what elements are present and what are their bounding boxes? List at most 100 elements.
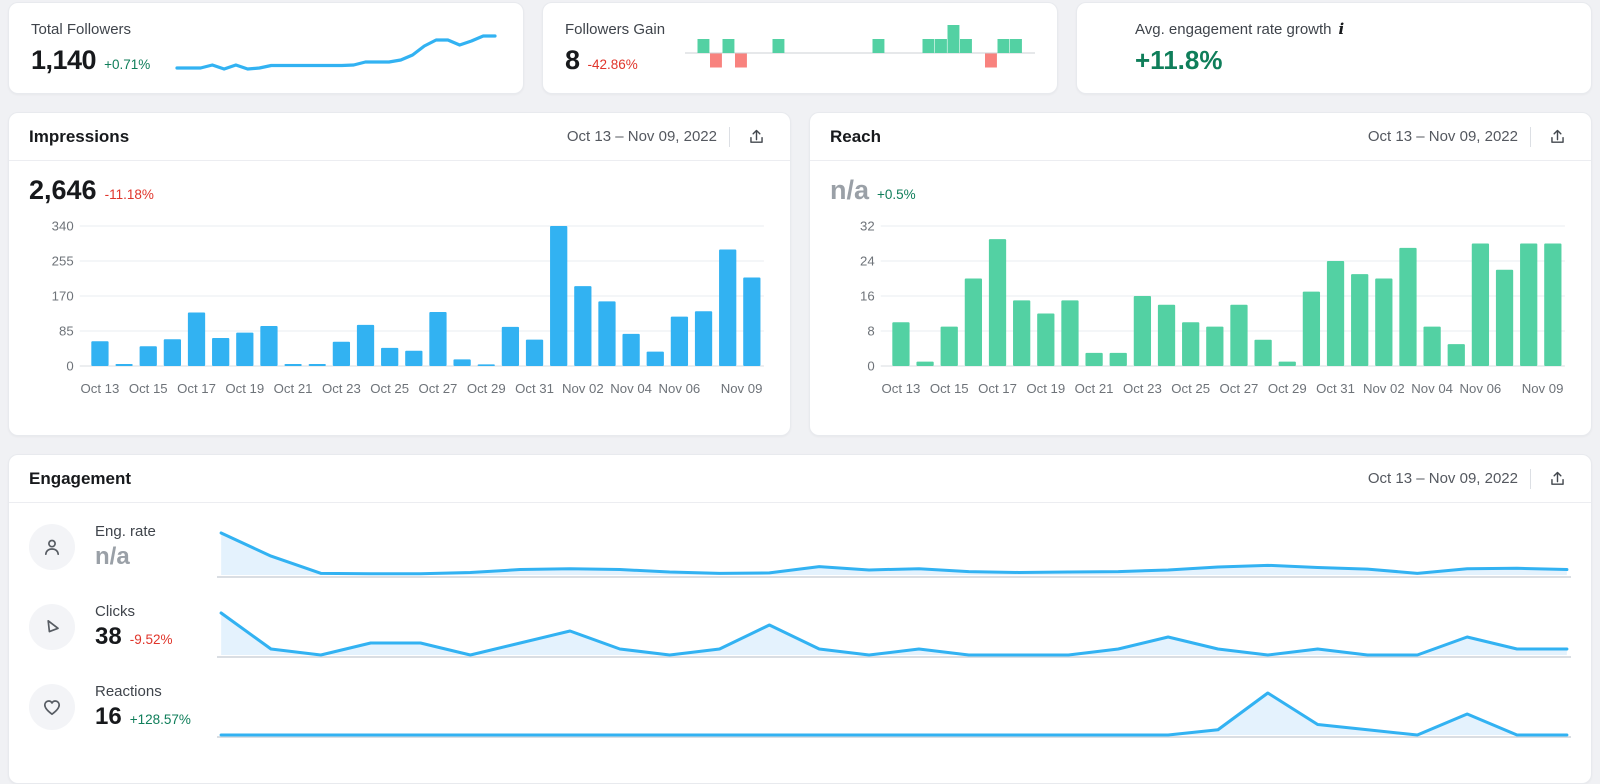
impressions-header: Impressions Oct 13 – Nov 09, 2022 [9, 113, 790, 161]
svg-text:Nov 06: Nov 06 [659, 381, 701, 396]
followers-gain-label: Followers Gain [565, 20, 666, 38]
svg-text:Nov 06: Nov 06 [1460, 381, 1502, 396]
svg-text:Oct 29: Oct 29 [467, 381, 506, 396]
svg-text:32: 32 [860, 219, 875, 234]
heart-icon [29, 684, 75, 730]
export-button[interactable] [1543, 466, 1571, 492]
engagement-header: Engagement Oct 13 – Nov 09, 2022 [9, 455, 1591, 503]
svg-text:Oct 13: Oct 13 [882, 381, 921, 396]
avg-engagement-growth-label: Avg. engagement rate growth i [1135, 20, 1345, 38]
engagement-row-clicks: Clicks 38 -9.52% [29, 587, 1571, 667]
reach-bar-chart: 0 8 16 24 32 Oct 13 Oct 15 Oct 17 Oct 19 Oct 21 Oc… [860, 219, 1565, 396]
svg-text:Oct 17: Oct 17 [978, 381, 1017, 396]
svg-text:8: 8 [867, 324, 874, 339]
engagement-card: Engagement Oct 13 – Nov 09, 2022 Eng. ra… [8, 454, 1592, 784]
date-range: Oct 13 – Nov 09, 2022 [1367, 128, 1518, 145]
impressions-title: Impressions [29, 126, 130, 146]
svg-text:Oct 19: Oct 19 [1026, 381, 1065, 396]
clicks-label: Clicks [95, 603, 135, 620]
export-button[interactable] [742, 124, 770, 150]
svg-text:0: 0 [66, 359, 73, 374]
clicks-text: Clicks 38 -9.52% [95, 603, 217, 651]
svg-text:Nov 09: Nov 09 [1522, 381, 1564, 396]
divider [1530, 126, 1531, 147]
svg-text:24: 24 [860, 254, 875, 269]
reactions-line-chart [217, 691, 1571, 738]
impressions-value: 2,646 [29, 175, 97, 205]
engagement-title: Engagement [29, 468, 132, 488]
divider [1530, 468, 1531, 489]
svg-text:Oct 21: Oct 21 [1075, 381, 1114, 396]
clicks-value: 38 [95, 623, 122, 650]
export-icon [1550, 471, 1564, 485]
reach-value: n/a [830, 175, 870, 205]
reach-card: Reach Oct 13 – Nov 09, 2022 n/a +0.5% 0 8… [809, 112, 1592, 436]
followers-gain-minibars [685, 25, 1035, 68]
avg-engagement-growth-card: Avg. engagement rate growth i +11.8% [1076, 2, 1592, 94]
reactions-text: Reactions 16 +128.57% [95, 683, 217, 731]
svg-text:Nov 09: Nov 09 [721, 381, 763, 396]
person-icon [29, 524, 75, 570]
reach-header: Reach Oct 13 – Nov 09, 2022 [810, 113, 1591, 161]
svg-text:Oct 15: Oct 15 [129, 381, 168, 396]
followers-gain-text: Followers Gain 8 -42.86% [565, 21, 677, 76]
svg-text:Nov 02: Nov 02 [1363, 381, 1405, 396]
reactions-delta: +128.57% [129, 712, 191, 727]
impressions-body: 2,646 -11.18% 0 85 170 255 340 Oct 13 Oct 15 Oc… [9, 161, 790, 412]
clicks-delta: -9.52% [129, 632, 173, 647]
eng-rate-text: Eng. rate n/a [95, 523, 217, 571]
svg-text:255: 255 [52, 254, 74, 269]
eng-rate-value: n/a [95, 543, 130, 570]
svg-text:Oct 25: Oct 25 [1171, 381, 1210, 396]
svg-text:Oct 27: Oct 27 [419, 381, 458, 396]
svg-text:Oct 23: Oct 23 [322, 381, 361, 396]
svg-text:Oct 21: Oct 21 [274, 381, 313, 396]
followers-gain-card: Followers Gain 8 -42.86% [542, 2, 1058, 94]
followers-gain-delta: -42.86% [587, 56, 638, 72]
followers-gain-value: 8 [565, 44, 580, 75]
svg-text:Nov 04: Nov 04 [610, 381, 652, 396]
impressions-delta: -11.18% [104, 187, 154, 202]
svg-text:Oct 31: Oct 31 [515, 381, 554, 396]
clicks-line-chart [217, 611, 1571, 658]
svg-text:340: 340 [52, 219, 74, 234]
svg-text:85: 85 [59, 324, 74, 339]
total-followers-text: Total Followers 1,140 +0.71% [31, 21, 171, 76]
export-button[interactable] [1543, 124, 1571, 150]
export-icon [1550, 129, 1564, 143]
avg-engagement-growth-text: Avg. engagement rate growth i +11.8% [1099, 20, 1344, 76]
reactions-label: Reactions [95, 683, 162, 700]
engagement-row-reactions: Reactions 16 +128.57% [29, 667, 1571, 747]
svg-text:Nov 04: Nov 04 [1411, 381, 1453, 396]
charts-row: Impressions Oct 13 – Nov 09, 2022 2,646 … [8, 112, 1592, 436]
date-range: Oct 13 – Nov 09, 2022 [1367, 470, 1518, 487]
svg-text:170: 170 [52, 289, 74, 304]
total-followers-label: Total Followers [31, 20, 132, 38]
date-range: Oct 13 – Nov 09, 2022 [566, 128, 717, 145]
avg-engagement-growth-value: +11.8% [1135, 45, 1223, 75]
export-icon [749, 129, 763, 143]
svg-text:Oct 29: Oct 29 [1268, 381, 1307, 396]
info-icon[interactable]: i [1339, 20, 1345, 38]
total-followers-sparkline [175, 34, 497, 71]
svg-text:Oct 23: Oct 23 [1123, 381, 1162, 396]
svg-text:Oct 15: Oct 15 [930, 381, 969, 396]
total-followers-delta: +0.71% [104, 56, 151, 72]
svg-text:Oct 17: Oct 17 [177, 381, 216, 396]
engagement-row-eng-rate: Eng. rate n/a [29, 507, 1571, 587]
total-followers-card: Total Followers 1,140 +0.71% [8, 2, 524, 94]
total-followers-value: 1,140 [31, 44, 97, 75]
svg-text:0: 0 [867, 359, 874, 374]
eng-rate-label: Eng. rate [95, 523, 156, 540]
analytics-page: Total Followers 1,140 +0.71% Followers G… [0, 0, 1600, 784]
eng-rate-line-chart [217, 531, 1571, 578]
svg-text:Nov 02: Nov 02 [562, 381, 604, 396]
svg-text:Oct 31: Oct 31 [1316, 381, 1355, 396]
svg-text:16: 16 [860, 289, 875, 304]
svg-text:Oct 25: Oct 25 [370, 381, 409, 396]
svg-text:Oct 27: Oct 27 [1220, 381, 1259, 396]
reach-delta: +0.5% [877, 187, 916, 202]
engagement-rows: Eng. rate n/a Clicks 38 -9.52% Reactions… [9, 503, 1591, 747]
divider [729, 126, 730, 147]
cursor-icon [29, 604, 75, 650]
